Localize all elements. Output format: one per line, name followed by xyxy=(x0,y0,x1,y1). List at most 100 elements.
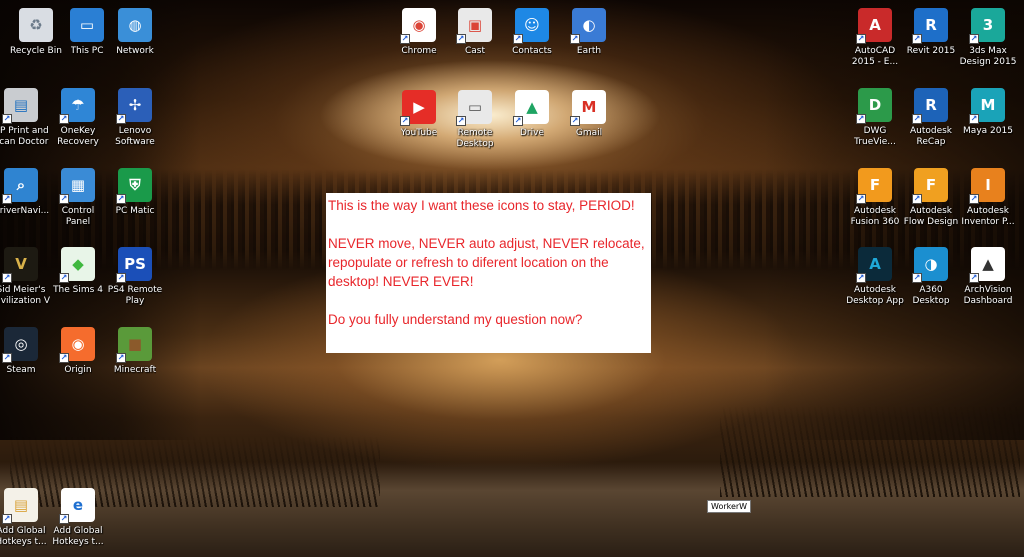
maya-icon: M ↗ xyxy=(969,88,1005,124)
shortcut-arrow-icon: ↗ xyxy=(969,114,979,124)
autodesk-desktop-app-icon: A ↗ xyxy=(856,247,892,283)
shortcut-arrow-icon: ↗ xyxy=(2,114,12,124)
desktop-icon-label: DWG TrueVie... xyxy=(854,126,896,147)
desktop-icon-label: Earth xyxy=(576,46,602,56)
desktop-icon-label: Maya 2015 xyxy=(963,126,1013,136)
desktop-icon-label: Control Panel xyxy=(61,206,95,227)
desktop-icon-minecraft[interactable]: ■ ↗ Minecraft xyxy=(101,327,169,376)
shortcut-arrow-icon: ↗ xyxy=(513,116,523,126)
shortcut-arrow-icon: ↗ xyxy=(400,116,410,126)
desktop-icon-label: YouTube xyxy=(400,128,438,138)
3ds-max-icon: 3 ↗ xyxy=(969,8,1005,44)
desktop-icon-label: Autodesk ReCap xyxy=(909,126,953,147)
recycle-bin-icon: ♻ xyxy=(19,8,53,42)
autocad-icon: A ↗ xyxy=(856,8,892,44)
revit-icon: R ↗ xyxy=(912,8,948,44)
minecraft-grass-block-icon: ■ ↗ xyxy=(116,327,152,363)
desktop-icon-label: OneKey Recovery xyxy=(57,126,99,147)
desktop-icon-label: Network xyxy=(116,46,154,56)
desktop-icon-archvision[interactable]: ▲ ↗ ArchVision Dashboard xyxy=(954,247,1022,307)
desktop-icon-pc-matic[interactable]: ⛨ ↗ PC Matic xyxy=(101,168,169,217)
desktop-icon-label: HP Print and Scan Doctor xyxy=(0,126,49,147)
desktop-icon-label: Minecraft xyxy=(113,365,157,375)
shortcut-arrow-icon: ↗ xyxy=(856,34,866,44)
hp-print-scan-icon: ▤ ↗ xyxy=(2,88,38,124)
inventor-icon: I ↗ xyxy=(969,168,1005,204)
shortcut-arrow-icon: ↗ xyxy=(59,514,69,524)
shortcut-arrow-icon: ↗ xyxy=(59,273,69,283)
desktop-icon-label: PC Matic xyxy=(115,206,155,216)
shortcut-arrow-icon: ↗ xyxy=(856,114,866,124)
shortcut-arrow-icon: ↗ xyxy=(400,34,410,44)
steam-icon: ◎ ↗ xyxy=(2,327,38,363)
text-document-icon: ▤ ↗ xyxy=(2,488,38,524)
control-panel-icon: ▦ ↗ xyxy=(59,168,95,204)
desktop-icon-label: Autodesk Fusion 360 xyxy=(850,206,900,227)
shortcut-arrow-icon: ↗ xyxy=(59,114,69,124)
youtube-icon: ▶ ↗ xyxy=(400,90,436,126)
google-earth-icon: ◐ ↗ xyxy=(570,8,606,44)
desktop-icon-inventor[interactable]: I ↗ Autodesk Inventor P... xyxy=(954,168,1022,228)
desktop-icon-network[interactable]: ◍ Network xyxy=(101,8,169,57)
desktop-icon-lenovo-software[interactable]: ✢ ↗ Lenovo Software xyxy=(101,88,169,148)
shortcut-arrow-icon: ↗ xyxy=(59,194,69,204)
pc-matic-shield-icon: ⛨ ↗ xyxy=(116,168,152,204)
desktop-icon-hotkeys-2[interactable]: e ↗ Add Global Hotkeys t... xyxy=(44,488,112,548)
desktop-icon-label: A360 Desktop xyxy=(912,285,950,306)
shortcut-arrow-icon: ↗ xyxy=(570,34,580,44)
desktop-icon-label: Lenovo Software xyxy=(115,126,155,147)
google-drive-icon: ▲ ↗ xyxy=(513,90,549,126)
edge-browser-icon: e ↗ xyxy=(59,488,95,524)
ps4-remote-play-icon: PS ↗ xyxy=(116,247,152,283)
desktop-icon-label: PS4 Remote Play xyxy=(107,285,163,306)
shortcut-arrow-icon: ↗ xyxy=(912,114,922,124)
origin-icon: ◉ ↗ xyxy=(59,327,95,363)
shortcut-arrow-icon: ↗ xyxy=(513,34,523,44)
desktop-icon-label: Gmail xyxy=(575,128,603,138)
shortcut-arrow-icon: ↗ xyxy=(116,194,126,204)
desktop-icon-label: Sid Meier's Civilization V xyxy=(0,285,51,306)
shortcut-arrow-icon: ↗ xyxy=(456,34,466,44)
desktop-icon-label: Autodesk Flow Design xyxy=(903,206,959,227)
onekey-umbrella-icon: ☂ ↗ xyxy=(59,88,95,124)
desktop-icon-label: Add Global Hotkeys t... xyxy=(0,526,47,547)
note-line-1: This is the way I want these icons to st… xyxy=(328,198,635,213)
desktop-icon-label: AutoCAD 2015 - E... xyxy=(851,46,899,67)
shortcut-arrow-icon: ↗ xyxy=(2,514,12,524)
shortcut-arrow-icon: ↗ xyxy=(969,34,979,44)
desktop-icon-3dsmax[interactable]: 3 ↗ 3ds Max Design 2015 xyxy=(954,8,1022,68)
desktop-icon-label: Drive xyxy=(520,128,544,138)
desktop-icon-label: The Sims 4 xyxy=(53,285,103,295)
archvision-icon: ▲ ↗ xyxy=(969,247,1005,283)
desktop-icon-label: 3ds Max Design 2015 xyxy=(959,46,1017,67)
message-note: This is the way I want these icons to st… xyxy=(326,193,651,353)
remote-desktop-icon: ▭ ↗ xyxy=(456,90,492,126)
desktop-icon-ps4-remote[interactable]: PS ↗ PS4 Remote Play xyxy=(101,247,169,307)
desktop-icon-label: Revit 2015 xyxy=(906,46,956,56)
workerw-tooltip: WorkerW xyxy=(707,500,752,513)
desktop-icon-label: Cast xyxy=(464,46,486,56)
civilization-v-icon: V ↗ xyxy=(2,247,38,283)
shortcut-arrow-icon: ↗ xyxy=(969,273,979,283)
cast-icon: ▣ ↗ xyxy=(456,8,492,44)
computer-icon: ▭ xyxy=(70,8,104,42)
contacts-icon: ☺ ↗ xyxy=(513,8,549,44)
shortcut-arrow-icon: ↗ xyxy=(969,194,979,204)
shortcut-arrow-icon: ↗ xyxy=(912,34,922,44)
flow-design-icon: F ↗ xyxy=(912,168,948,204)
shortcut-arrow-icon: ↗ xyxy=(912,273,922,283)
desktop-icon-label: Chrome xyxy=(401,46,437,56)
lenovo-software-icon: ✢ ↗ xyxy=(116,88,152,124)
network-globe-icon: ◍ xyxy=(118,8,152,42)
desktop-icon-label: Autodesk Inventor P... xyxy=(961,206,1015,227)
desktop-icon-gmail[interactable]: M ↗ Gmail xyxy=(555,90,623,139)
desktop-icon-label: Autodesk Desktop App xyxy=(846,285,904,306)
desktop-icon-earth[interactable]: ◐ ↗ Earth xyxy=(555,8,623,57)
shortcut-arrow-icon: ↗ xyxy=(570,116,580,126)
shortcut-arrow-icon: ↗ xyxy=(456,116,466,126)
recap-icon: R ↗ xyxy=(912,88,948,124)
shortcut-arrow-icon: ↗ xyxy=(856,273,866,283)
desktop-icon-maya[interactable]: M ↗ Maya 2015 xyxy=(954,88,1022,137)
shortcut-arrow-icon: ↗ xyxy=(116,114,126,124)
desktop-icon-label: Remote Desktop xyxy=(456,128,494,149)
